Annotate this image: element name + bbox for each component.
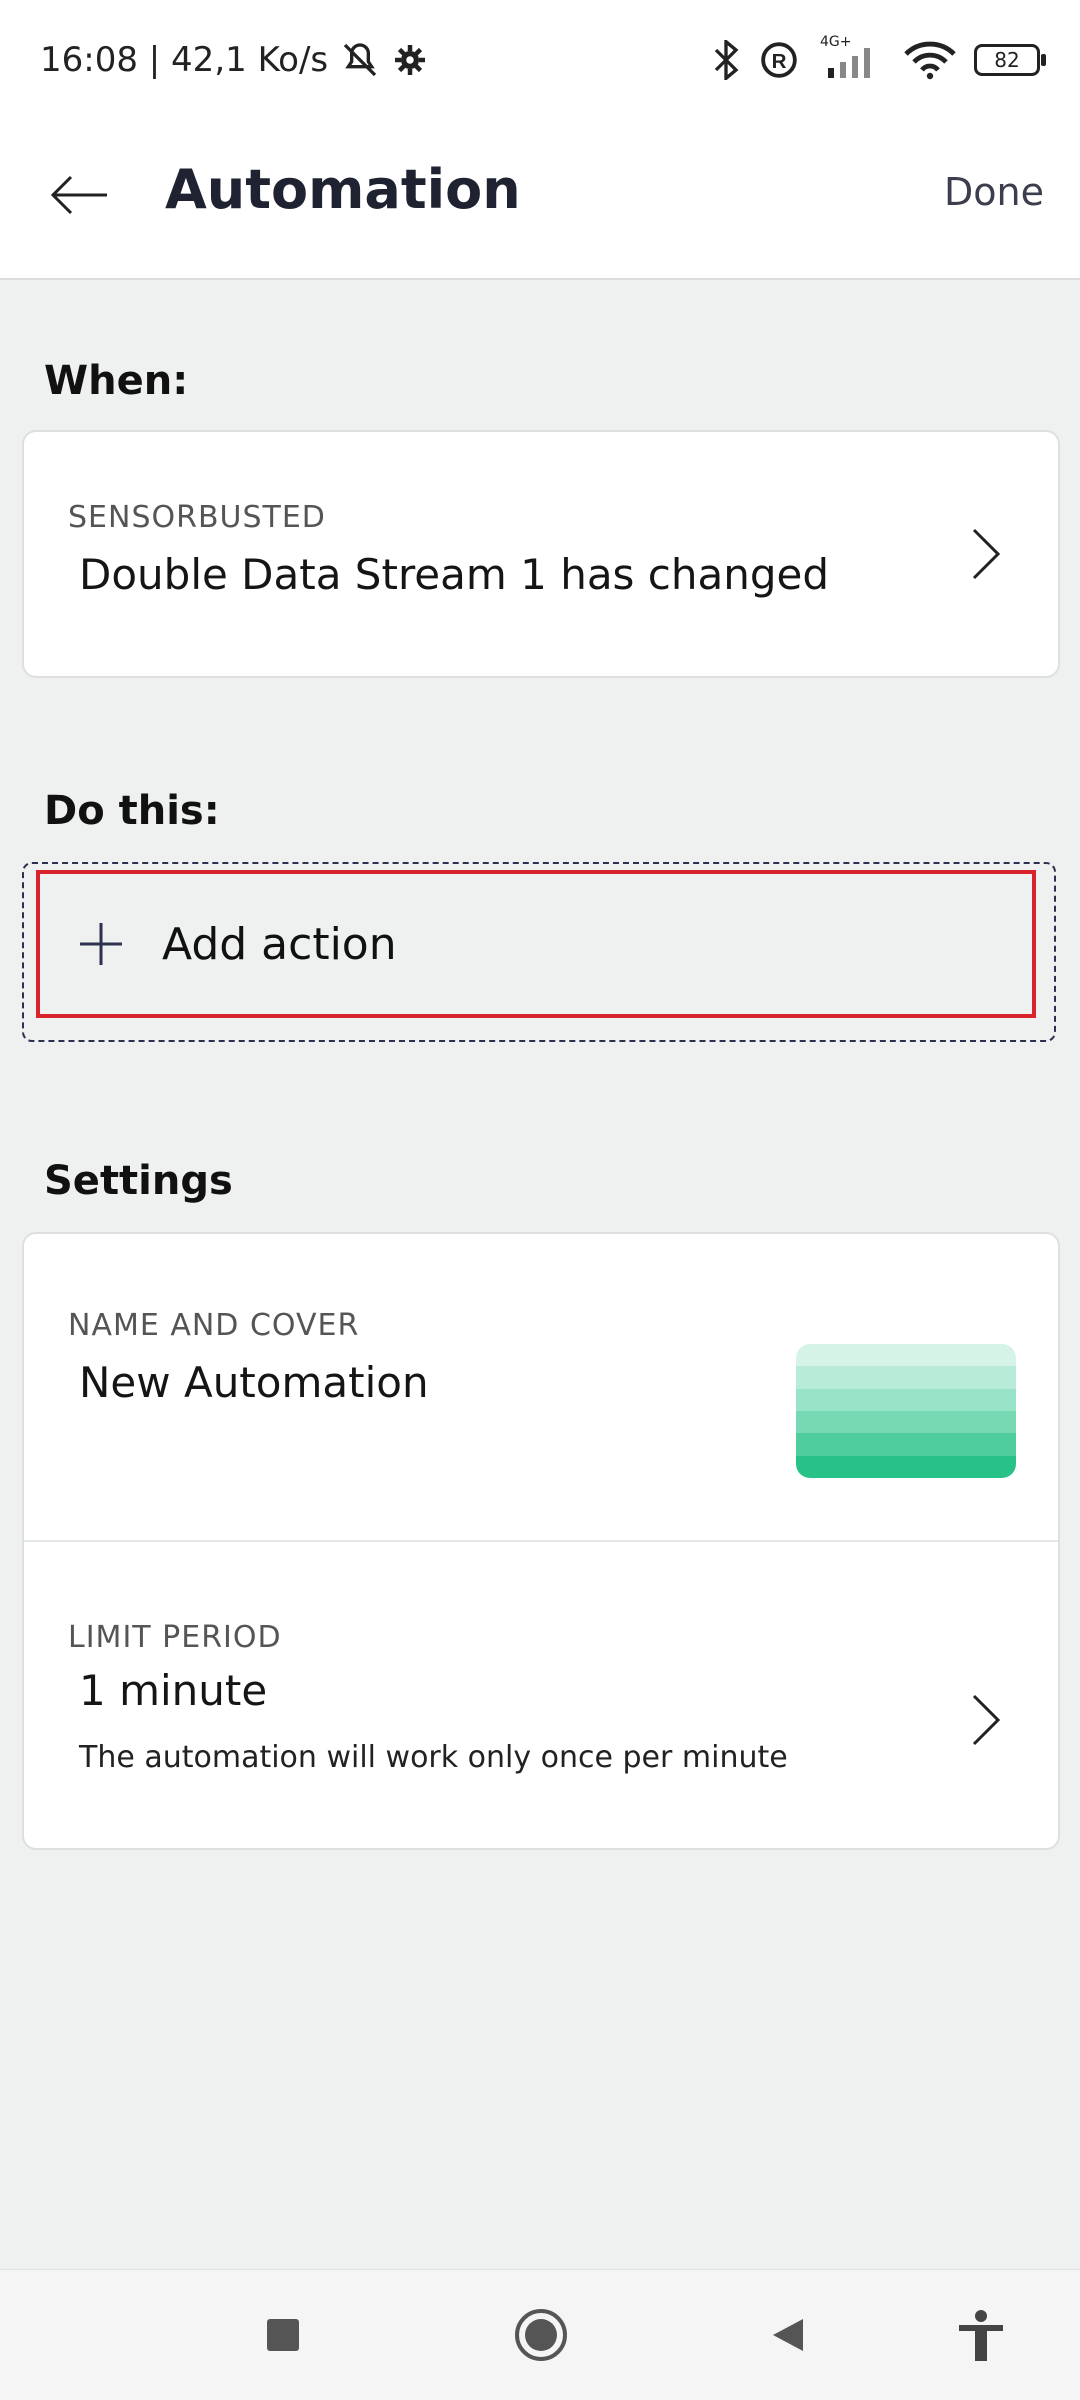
home-button[interactable] xyxy=(508,2302,574,2368)
signal-icon: 4G+ xyxy=(816,34,886,80)
gear-icon xyxy=(395,45,426,75)
trigger-value: Double Data Stream 1 has changed xyxy=(79,550,830,599)
cover-stripe xyxy=(796,1433,1016,1456)
name-cover-row[interactable]: NAME AND COVER New Automation xyxy=(24,1234,1058,1540)
cover-thumbnail[interactable] xyxy=(796,1344,1016,1478)
status-bar: 16:08 | 42,1 Ko/s R 4G+ 82 xyxy=(0,0,1080,130)
cover-stripe xyxy=(796,1388,1016,1411)
settings-card: NAME AND COVER New Automation LIMIT PERI… xyxy=(22,1232,1060,1850)
square-icon xyxy=(267,2319,299,2351)
do-this-section-label: Do this: xyxy=(44,788,220,834)
cover-stripe xyxy=(796,1410,1016,1434)
mute-icon xyxy=(343,43,377,77)
cover-stripe xyxy=(796,1344,1016,1367)
limit-period-row[interactable]: LIMIT PERIOD 1 minute The automation wil… xyxy=(24,1542,1058,1848)
status-time: 16:08 | 42,1 Ko/s xyxy=(40,40,329,80)
status-left: 16:08 | 42,1 Ko/s xyxy=(40,40,428,80)
settings-section-label: Settings xyxy=(44,1158,233,1204)
recent-apps-button[interactable] xyxy=(250,2302,316,2368)
triangle-back-icon xyxy=(773,2319,803,2351)
registered-icon: R xyxy=(761,42,797,78)
svg-text:R: R xyxy=(772,50,787,73)
limit-period-overline: LIMIT PERIOD xyxy=(68,1620,282,1655)
app-bar: Automation Done xyxy=(0,130,1080,280)
limit-period-value: 1 minute xyxy=(79,1666,268,1715)
add-action-label: Add action xyxy=(162,918,397,970)
automation-name: New Automation xyxy=(79,1358,429,1407)
system-nav-bar xyxy=(0,2269,1080,2400)
home-circle-icon xyxy=(515,2309,567,2361)
accessibility-icon xyxy=(959,2310,1003,2361)
page-title: Automation xyxy=(165,158,521,221)
back-button[interactable] xyxy=(44,160,114,230)
trigger-overline: SENSORBUSTED xyxy=(68,500,326,535)
status-right: R 4G+ 82 xyxy=(710,34,1046,80)
accessibility-button[interactable] xyxy=(948,2302,1014,2368)
plus-icon xyxy=(80,923,122,965)
battery-level: 82 xyxy=(994,48,1020,72)
back-nav-button[interactable] xyxy=(756,2302,822,2368)
wifi-icon xyxy=(904,41,956,80)
arrow-left-icon xyxy=(50,175,107,215)
done-button[interactable]: Done xyxy=(944,170,1044,214)
trigger-card[interactable]: SENSORBUSTED Double Data Stream 1 has ch… xyxy=(22,430,1060,678)
name-cover-overline: NAME AND COVER xyxy=(68,1308,360,1343)
add-action-button[interactable]: Add action xyxy=(36,870,1036,1018)
battery-icon: 82 xyxy=(974,44,1046,76)
cover-stripe xyxy=(796,1455,1016,1478)
bluetooth-icon xyxy=(714,40,739,80)
when-section-label: When: xyxy=(44,358,189,404)
limit-period-description: The automation will work only once per m… xyxy=(79,1740,788,1775)
cover-stripe xyxy=(796,1366,1016,1389)
chevron-right-icon xyxy=(972,528,1001,580)
chevron-right-icon xyxy=(972,1694,1001,1746)
